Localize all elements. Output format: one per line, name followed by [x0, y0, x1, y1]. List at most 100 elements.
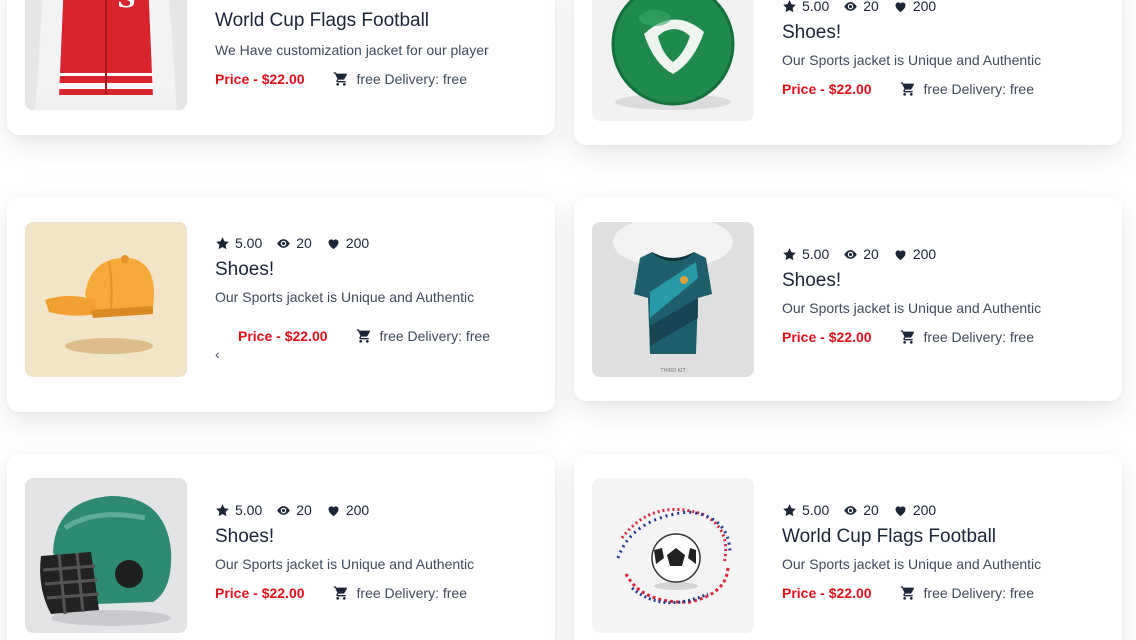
- rating-value: 5.00: [802, 246, 830, 262]
- product-description: Our Sports jacket is Unique and Authenti…: [215, 289, 475, 305]
- delivery-text: free Delivery: free: [356, 71, 467, 87]
- product-image-cap[interactable]: [25, 222, 187, 377]
- views-value: 20: [296, 502, 312, 518]
- product-stats: 5.00 20 200: [215, 501, 535, 519]
- product-stats: 5.00 20 200: [782, 0, 1102, 15]
- rating-stat: 5.00: [782, 0, 829, 14]
- product-price: Price - $22.00: [215, 71, 305, 87]
- eye-icon: [844, 1, 857, 11]
- product-title[interactable]: Shoes!: [782, 269, 1102, 293]
- delivery-text: free Delivery: free: [923, 81, 1034, 97]
- heart-icon: [328, 505, 339, 516]
- product-description: Our Sports jacket is Unique and Authenti…: [782, 52, 1042, 68]
- product-stats: 5.00 20 200: [782, 245, 1102, 263]
- views-stat: 20: [843, 246, 879, 262]
- product-card[interactable]: 5.00 20 200 Shoes! Our Sports jacket is …: [574, 0, 1122, 145]
- rating-value: 5.00: [235, 235, 263, 251]
- product-description: Our Sports jacket is Unique and Authenti…: [215, 556, 475, 572]
- cart-icon: [333, 586, 347, 600]
- svg-text:THIRD KIT: THIRD KIT: [659, 368, 686, 374]
- heart-icon: [895, 1, 906, 12]
- product-card[interactable]: 5.00 20 200 Shoes! Our Sports jacket is …: [7, 454, 555, 640]
- star-icon: [783, 503, 796, 516]
- likes-value: 200: [912, 0, 937, 14]
- cart-icon: [900, 330, 914, 344]
- product-description: Our Sports jacket is Unique and Authenti…: [782, 556, 1042, 572]
- product-card[interactable]: THIRD KIT 5.00 20 200 Shoes! Our Sports …: [574, 197, 1122, 401]
- delivery-info: free Delivery: free: [900, 585, 1034, 601]
- cart-icon: [333, 72, 347, 86]
- star-icon: [783, 0, 796, 12]
- product-card[interactable]: S World Cup Flags Football We Have custo…: [7, 0, 555, 135]
- delivery-info: free Delivery: free: [333, 585, 467, 601]
- views-stat: 20: [276, 502, 312, 518]
- jersey-image: THIRD KIT: [592, 222, 754, 377]
- soccer-ball-swirl-image: [592, 478, 754, 633]
- product-price: Price - $22.00: [215, 585, 305, 601]
- product-image-helmet[interactable]: [25, 478, 187, 633]
- product-price: Price - $22.00: [782, 585, 872, 601]
- delivery-info: free Delivery: free: [333, 71, 467, 87]
- rating-value: 5.00: [802, 0, 830, 14]
- delivery-info: free Delivery: free: [356, 328, 490, 344]
- product-stats: 5.00 20 200: [215, 234, 535, 252]
- likes-stat: 200: [893, 502, 936, 518]
- helmet-image: [25, 478, 187, 633]
- cap-image: [25, 222, 187, 377]
- likes-value: 200: [912, 502, 937, 518]
- eye-icon: [844, 249, 857, 259]
- delivery-text: free Delivery: free: [356, 585, 467, 601]
- prev-arrow-icon[interactable]: ‹: [215, 346, 220, 362]
- product-image-ball-swirl[interactable]: [592, 478, 754, 633]
- product-title[interactable]: Shoes!: [215, 525, 535, 549]
- views-stat: 20: [843, 0, 879, 14]
- views-stat: 20: [843, 502, 879, 518]
- star-icon: [783, 247, 796, 260]
- likes-stat: 200: [893, 0, 936, 14]
- star-icon: [216, 503, 229, 516]
- product-image-jacket[interactable]: S: [25, 0, 187, 110]
- views-value: 20: [296, 235, 312, 251]
- svg-text:S: S: [117, 0, 136, 14]
- delivery-info: free Delivery: free: [900, 81, 1034, 97]
- soccer-ball-image: [592, 0, 754, 121]
- cart-icon: [900, 586, 914, 600]
- product-description: Our Sports jacket is Unique and Authenti…: [782, 300, 1042, 316]
- likes-stat: 200: [326, 502, 369, 518]
- product-title[interactable]: World Cup Flags Football: [215, 9, 535, 33]
- eye-icon: [277, 238, 290, 248]
- heart-icon: [328, 238, 339, 249]
- cart-icon: [900, 82, 914, 96]
- rating-value: 5.00: [802, 502, 830, 518]
- product-stats: 5.00 20 200: [782, 501, 1102, 519]
- rating-stat: 5.00: [215, 502, 262, 518]
- delivery-text: free Delivery: free: [923, 329, 1034, 345]
- rating-stat: 5.00: [782, 502, 829, 518]
- views-stat: 20: [276, 235, 312, 251]
- heart-icon: [895, 249, 906, 260]
- product-card[interactable]: 5.00 20 200 World Cup Flags Football Our…: [574, 454, 1122, 640]
- delivery-text: free Delivery: free: [923, 585, 1034, 601]
- likes-stat: 200: [326, 235, 369, 251]
- views-value: 20: [863, 0, 879, 14]
- product-image-jersey[interactable]: THIRD KIT: [592, 222, 754, 377]
- rating-value: 5.00: [235, 502, 263, 518]
- product-title[interactable]: Shoes!: [782, 21, 1102, 45]
- jacket-image: S: [25, 0, 187, 110]
- product-price: Price - $22.00: [782, 329, 872, 345]
- product-price: Price - $22.00: [238, 328, 328, 344]
- likes-value: 200: [345, 502, 370, 518]
- delivery-info: free Delivery: free: [900, 329, 1034, 345]
- cart-icon: [356, 329, 370, 343]
- product-title[interactable]: World Cup Flags Football: [782, 525, 1102, 549]
- eye-icon: [844, 505, 857, 515]
- delivery-text: free Delivery: free: [379, 328, 490, 344]
- product-price: Price - $22.00: [782, 81, 872, 97]
- likes-value: 200: [912, 246, 937, 262]
- product-card[interactable]: 5.00 20 200 Shoes! Our Sports jacket is …: [7, 197, 555, 412]
- product-image-ball[interactable]: [592, 0, 754, 121]
- product-description: We Have customization jacket for our pla…: [215, 42, 489, 58]
- views-value: 20: [863, 502, 879, 518]
- rating-stat: 5.00: [215, 235, 262, 251]
- product-title[interactable]: Shoes!: [215, 258, 535, 282]
